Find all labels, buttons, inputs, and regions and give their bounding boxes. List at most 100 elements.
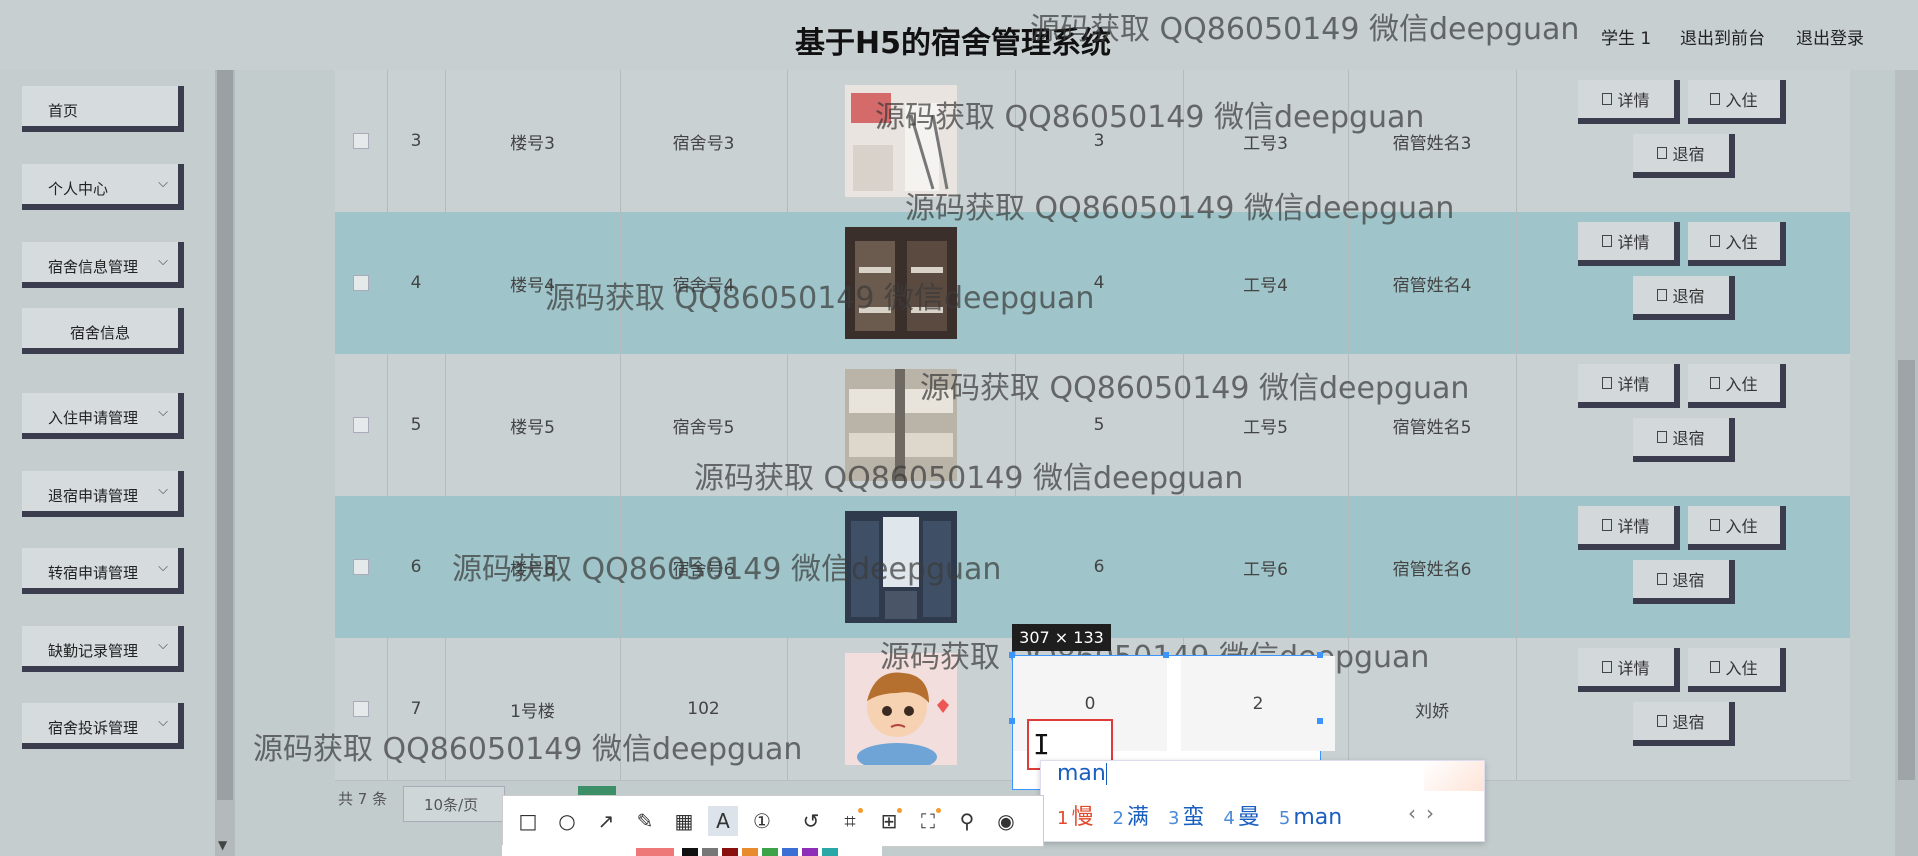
pin-icon[interactable]: ⚲: [952, 806, 982, 836]
sidebar-item-label: 宿舍信息管理: [48, 258, 139, 276]
scrollbar-thumb[interactable]: [217, 70, 233, 800]
checkout-button[interactable]: 退宿: [1633, 702, 1735, 746]
selection-handle[interactable]: [1009, 718, 1015, 724]
undo-icon[interactable]: ↺: [796, 806, 826, 836]
sidebar-item-complaints[interactable]: 宿舍投诉管理 ⌵: [22, 703, 184, 749]
ime-candidate[interactable]: 1慢: [1057, 805, 1093, 830]
document-icon: [1710, 93, 1721, 105]
translate-icon[interactable]: ⊞: [874, 806, 904, 836]
sidebar-item-home[interactable]: 首页: [22, 86, 184, 132]
color-swatch[interactable]: [822, 848, 838, 856]
row-checkbox[interactable]: [353, 559, 369, 575]
staff-id: 工号6: [1243, 559, 1288, 580]
chevron-right-icon[interactable]: ›: [1426, 801, 1444, 825]
top-bar: 基于H5的宿舍管理系统 学生 1 退出到前台 退出登录: [0, 0, 1918, 70]
color-swatch[interactable]: [636, 848, 674, 856]
color-swatch[interactable]: [762, 848, 778, 856]
row-index: 3: [410, 131, 422, 151]
ime-candidate[interactable]: 5 man: [1279, 805, 1342, 830]
checkin-button[interactable]: 入住: [1688, 364, 1786, 408]
chevron-down-icon: ⌵: [158, 560, 168, 575]
page-scrollbar[interactable]: [1895, 70, 1918, 856]
row-checkbox[interactable]: [353, 701, 369, 717]
crop-icon[interactable]: ⌗: [835, 806, 865, 836]
color-swatch[interactable]: [702, 848, 718, 856]
ellipse-icon[interactable]: ○: [552, 806, 582, 836]
watermark: 源码获取 QQ86050149 微信deepguan: [452, 552, 1002, 587]
color-swatch[interactable]: [742, 848, 758, 856]
detail-button[interactable]: 详情: [1578, 506, 1680, 550]
record-icon[interactable]: ◉: [991, 806, 1021, 836]
user-name[interactable]: 学生 1: [1601, 24, 1651, 49]
checkout-button[interactable]: 退宿: [1633, 276, 1735, 320]
checkout-button[interactable]: 退宿: [1633, 134, 1735, 178]
scan-icon[interactable]: ⛶: [913, 806, 943, 836]
document-icon: [1657, 573, 1668, 585]
selection-handle[interactable]: [1317, 652, 1323, 658]
ime-caret: [1105, 763, 1107, 785]
ime-candidate[interactable]: 3蛮: [1168, 805, 1204, 830]
row-checkbox[interactable]: [353, 133, 369, 149]
sidebar-item-transfer-application[interactable]: 转宿申请管理 ⌵: [22, 548, 184, 594]
back-to-front-link[interactable]: 退出到前台: [1680, 24, 1765, 49]
number-icon[interactable]: ①: [747, 806, 777, 836]
checkout-button[interactable]: 退宿: [1633, 418, 1735, 462]
document-icon: [1602, 661, 1613, 673]
mosaic-icon[interactable]: ▦: [669, 806, 699, 836]
ime-page-nav[interactable]: ‹›: [1408, 801, 1444, 825]
detail-button[interactable]: 详情: [1578, 364, 1680, 408]
column-divider: [1516, 354, 1517, 496]
checkout-button[interactable]: 退宿: [1633, 560, 1735, 604]
text-icon[interactable]: A: [708, 806, 738, 836]
selection-handle[interactable]: [1009, 652, 1015, 658]
detail-button[interactable]: 详情: [1578, 222, 1680, 266]
sidebar-item-checkout-application[interactable]: 退宿申请管理 ⌵: [22, 471, 184, 517]
page-size-select[interactable]: 10条/页: [403, 786, 505, 822]
color-swatch[interactable]: [722, 848, 738, 856]
detail-button[interactable]: 详情: [1578, 648, 1680, 692]
checkin-button[interactable]: 入住: [1688, 648, 1786, 692]
checkin-button[interactable]: 入住: [1688, 506, 1786, 550]
sidebar-item-label: 转宿申请管理: [48, 564, 139, 582]
checkin-button[interactable]: 入住: [1688, 222, 1786, 266]
detail-button[interactable]: 详情: [1578, 80, 1680, 124]
ime-decoration: [1424, 761, 1484, 791]
checkin-button[interactable]: 入住: [1688, 80, 1786, 124]
pen-icon[interactable]: ✎: [630, 806, 660, 836]
chevron-left-icon[interactable]: ‹: [1408, 801, 1426, 825]
scroll-down-arrow-icon[interactable]: ▼: [218, 838, 227, 852]
sidebar-item-label: 个人中心: [48, 180, 109, 198]
sidebar-item-personal-center[interactable]: 个人中心 ⌵: [22, 164, 184, 210]
row-checkbox[interactable]: [353, 417, 369, 433]
button-label: 详情: [1617, 91, 1650, 110]
chevron-down-icon: ⌵: [158, 483, 168, 498]
candidate-text: man: [1293, 805, 1343, 830]
arrow-icon[interactable]: ↗: [591, 806, 621, 836]
row-index: 6: [410, 557, 422, 577]
selection-handle[interactable]: [1163, 652, 1169, 658]
row-checkbox-cell: [335, 70, 387, 212]
color-swatch[interactable]: [802, 848, 818, 856]
color-swatch[interactable]: [682, 848, 698, 856]
ime-candidate[interactable]: 2满: [1112, 805, 1148, 830]
sidebar-subitem-dorm-info[interactable]: 宿舍信息: [22, 308, 184, 354]
sidebar-item-label: 宿舍信息: [69, 324, 130, 342]
sidebar-item-dorm-info-management[interactable]: 宿舍信息管理 ⌵: [22, 242, 184, 288]
ime-candidate-window[interactable]: man 1慢 2满 3蛮 4曼 5 man ‹›: [1040, 760, 1485, 842]
watermark: 源码获取 QQ86050149 微信deepguan: [253, 732, 803, 767]
row-checkbox-cell: [335, 496, 387, 638]
scrollbar-thumb[interactable]: [1898, 360, 1915, 780]
sidebar-scrollbar[interactable]: ▼: [215, 70, 235, 856]
occupancy-count: 6: [1093, 557, 1105, 577]
chevron-down-icon: ⌵: [158, 638, 168, 653]
color-swatch[interactable]: [782, 848, 798, 856]
logout-link[interactable]: 退出登录: [1796, 24, 1864, 49]
selection-handle[interactable]: [1317, 718, 1323, 724]
sidebar-item-checkin-application[interactable]: 入住申请管理 ⌵: [22, 393, 184, 439]
row-checkbox[interactable]: [353, 275, 369, 291]
ime-candidate[interactable]: 4曼: [1223, 805, 1259, 830]
page-size-value: 10条/页: [424, 796, 479, 814]
watermark: 源码获取 QQ86050149 微信deepguan: [875, 100, 1425, 135]
sidebar-item-absence-records[interactable]: 缺勤记录管理 ⌵: [22, 626, 184, 672]
rectangle-icon[interactable]: □: [513, 806, 543, 836]
